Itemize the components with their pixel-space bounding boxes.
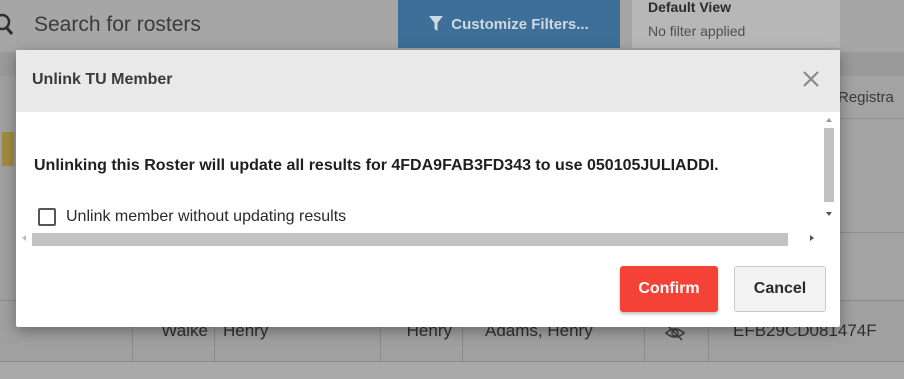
unlink-message: Unlinking this Roster will update all re… xyxy=(34,157,719,174)
view-title: Default View xyxy=(648,0,731,15)
unlink-member-dialog: Unlink TU Member Unlinking this Roster w… xyxy=(16,50,840,327)
scroll-down-icon[interactable] xyxy=(825,210,833,218)
scroll-up-icon[interactable] xyxy=(825,116,833,124)
vertical-scroll-thumb[interactable] xyxy=(824,128,834,202)
scroll-right-icon[interactable] xyxy=(808,234,816,242)
column-header-registration[interactable]: Registra xyxy=(838,80,894,116)
view-subtitle: No filter applied xyxy=(648,23,746,39)
dialog-header: Unlink TU Member xyxy=(16,50,840,112)
close-icon xyxy=(801,69,821,94)
checkbox-label: Unlink member without updating results xyxy=(66,208,347,225)
horizontal-scrollbar[interactable] xyxy=(20,230,824,246)
close-button[interactable] xyxy=(796,66,826,96)
search-input[interactable]: Search for rosters xyxy=(34,10,201,40)
scroll-left-icon[interactable] xyxy=(20,234,28,242)
search-icon xyxy=(0,8,18,42)
confirm-button[interactable]: Confirm xyxy=(620,266,718,312)
table-left-edge xyxy=(0,76,16,306)
unlink-without-update-checkbox[interactable] xyxy=(38,208,56,226)
view-selector[interactable]: Default View No filter applied xyxy=(632,0,840,48)
filter-icon xyxy=(429,16,444,32)
vertical-scrollbar[interactable] xyxy=(822,112,836,222)
unlink-without-update-option[interactable]: Unlink member without updating results xyxy=(38,206,346,228)
table-footer xyxy=(0,362,904,379)
row-highlight-marker xyxy=(2,132,14,166)
horizontal-scroll-thumb[interactable] xyxy=(32,233,788,246)
customize-filters-label: Customize Filters... xyxy=(451,15,589,33)
dialog-title: Unlink TU Member xyxy=(32,71,173,88)
customize-filters-button[interactable]: Customize Filters... xyxy=(398,0,620,48)
cancel-button[interactable]: Cancel xyxy=(734,266,826,312)
